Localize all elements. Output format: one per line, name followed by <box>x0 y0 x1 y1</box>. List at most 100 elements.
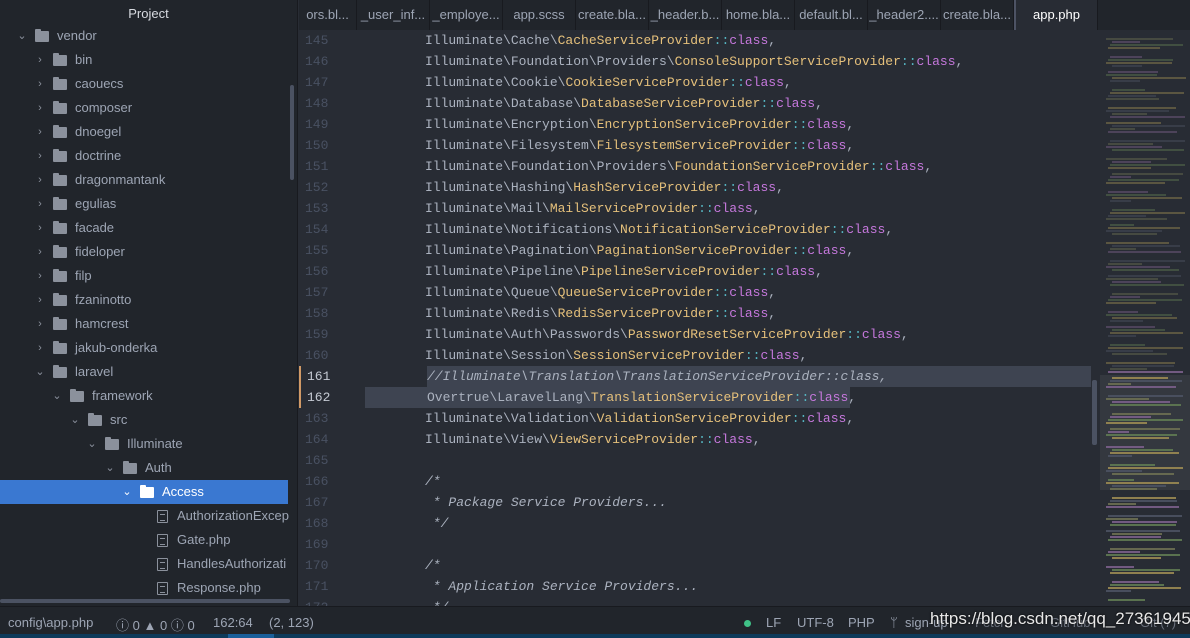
selection-count[interactable]: (2, 123) <box>269 615 314 630</box>
code-line[interactable]: 151 Illuminate\Foundation\Providers\Found… <box>299 156 1094 177</box>
code-line[interactable]: 155 Illuminate\Pagination\PaginationServi… <box>299 240 1094 261</box>
code-line[interactable]: 146 Illuminate\Foundation\Providers\Conso… <box>299 51 1094 72</box>
tree-item-illuminate[interactable]: ⌄ Illuminate <box>0 432 288 456</box>
code-line[interactable]: 158 Illuminate\Redis\RedisServiceProvider… <box>299 303 1094 324</box>
tab-home-bla-[interactable]: home.bla... <box>722 0 795 30</box>
tree-item-vendor[interactable]: ⌄ vendor <box>0 24 288 48</box>
tab--header-b-[interactable]: _header.b... <box>649 0 722 30</box>
line-number: 166 <box>305 474 329 489</box>
tab-app-php[interactable]: app.php <box>1014 0 1098 30</box>
chevron-down-icon[interactable]: ⌄ <box>52 384 62 408</box>
code-line[interactable]: 160 Illuminate\Session\SessionServiceProv… <box>299 345 1094 366</box>
code-line[interactable]: 164 Illuminate\View\ViewServiceProvider::… <box>299 429 1094 450</box>
tab--employe-[interactable]: _employe... <box>430 0 503 30</box>
code-line[interactable]: 149 Illuminate\Encryption\EncryptionServi… <box>299 114 1094 135</box>
status-file-path[interactable]: config\app.php <box>8 615 93 630</box>
code-line[interactable]: 150 Illuminate\Filesystem\FilesystemServi… <box>299 135 1094 156</box>
line-ending[interactable]: LF <box>766 615 781 630</box>
code-line[interactable]: 152 Illuminate\Hashing\HashServiceProvide… <box>299 177 1094 198</box>
tree-item-caouecs[interactable]: › caouecs <box>0 72 288 96</box>
tree-item-label: Response.php <box>177 580 261 595</box>
code-line[interactable]: 159 Illuminate\Auth\Passwords\PasswordRes… <box>299 324 1094 345</box>
tab-app-scss[interactable]: app.scss <box>503 0 576 30</box>
chevron-right-icon[interactable]: › <box>35 120 45 144</box>
tree-item-dragonmantank[interactable]: › dragonmantank <box>0 168 288 192</box>
chevron-right-icon[interactable]: › <box>35 48 45 72</box>
tree-item-doctrine[interactable]: › doctrine <box>0 144 288 168</box>
tree-item-laravel[interactable]: ⌄ laravel <box>0 360 288 384</box>
tab--header2-[interactable]: _header2.... <box>868 0 941 30</box>
chevron-down-icon[interactable]: ⌄ <box>122 480 132 504</box>
line-number: 153 <box>305 201 329 216</box>
chevron-down-icon[interactable]: ⌄ <box>17 24 27 48</box>
chevron-right-icon[interactable]: › <box>35 216 45 240</box>
encoding[interactable]: UTF-8 <box>797 615 834 630</box>
tab-ors-bl-[interactable]: ors.bl... <box>299 0 357 30</box>
minimap-line <box>1112 209 1156 211</box>
tree-item-jakub-onderka[interactable]: › jakub-onderka <box>0 336 288 360</box>
code-line[interactable]: 163 Illuminate\Validation\ValidationServi… <box>299 408 1094 429</box>
tree-item-facade[interactable]: › facade <box>0 216 288 240</box>
code-line[interactable]: 156 Illuminate\Pipeline\PipelineServicePr… <box>299 261 1094 282</box>
code-line[interactable]: 147 Illuminate\Cookie\CookieServiceProvid… <box>299 72 1094 93</box>
code-line[interactable]: 165 <box>299 450 1094 471</box>
cursor-position[interactable]: 162:64 <box>213 615 253 630</box>
tree-item-framework[interactable]: ⌄ framework <box>0 384 288 408</box>
chevron-right-icon[interactable]: › <box>35 288 45 312</box>
chevron-right-icon[interactable]: › <box>35 312 45 336</box>
chevron-right-icon[interactable]: › <box>35 240 45 264</box>
code-line[interactable]: 167 * Package Service Providers... <box>299 492 1094 513</box>
chevron-down-icon[interactable]: ⌄ <box>105 456 115 480</box>
code-line[interactable]: 161 //Illuminate\Translation\TranslationS… <box>299 366 1094 387</box>
tree-item-hamcrest[interactable]: › hamcrest <box>0 312 288 336</box>
tree-item-access[interactable]: ⌄ Access <box>0 480 288 504</box>
tree-item-handlesauthorizati[interactable]: HandlesAuthorizati <box>0 552 288 576</box>
code-editor[interactable]: 145 Illuminate\Cache\CacheServiceProvider… <box>299 30 1094 606</box>
code-line[interactable]: 171 * Application Service Providers... <box>299 576 1094 597</box>
chevron-right-icon[interactable]: › <box>35 144 45 168</box>
tree-item-filp[interactable]: › filp <box>0 264 288 288</box>
code-line[interactable]: 148 Illuminate\Database\DatabaseServicePr… <box>299 93 1094 114</box>
code-line[interactable]: 154 Illuminate\Notifications\Notification… <box>299 219 1094 240</box>
code-line[interactable]: 157 Illuminate\Queue\QueueServiceProvider… <box>299 282 1094 303</box>
tree-item-composer[interactable]: › composer <box>0 96 288 120</box>
chevron-right-icon[interactable]: › <box>35 192 45 216</box>
tree-item-auth[interactable]: ⌄ Auth <box>0 456 288 480</box>
code-line[interactable]: 166 /* <box>299 471 1094 492</box>
line-number: 170 <box>305 558 329 573</box>
chevron-right-icon[interactable]: › <box>35 72 45 96</box>
code-line[interactable]: 170 /* <box>299 555 1094 576</box>
code-line[interactable]: 145 Illuminate\Cache\CacheServiceProvider… <box>299 30 1094 51</box>
tree-item-fzaninotto[interactable]: › fzaninotto <box>0 288 288 312</box>
tree-item-bin[interactable]: › bin <box>0 48 288 72</box>
tree-item-authorizationexcep[interactable]: AuthorizationExcep <box>0 504 289 528</box>
chevron-down-icon[interactable]: ⌄ <box>35 360 45 384</box>
editor-scrollbar[interactable] <box>1092 380 1097 445</box>
tree-item-response-php[interactable]: Response.php <box>0 576 288 600</box>
tab-default-bl-[interactable]: default.bl... <box>795 0 868 30</box>
tree-item-egulias[interactable]: › egulias <box>0 192 288 216</box>
chevron-right-icon[interactable]: › <box>35 96 45 120</box>
minimap[interactable] <box>1100 30 1190 606</box>
chevron-down-icon[interactable]: ⌄ <box>87 432 97 456</box>
tree-item-gate-php[interactable]: Gate.php <box>0 528 288 552</box>
chevron-down-icon[interactable]: ⌄ <box>70 408 80 432</box>
chevron-right-icon[interactable]: › <box>35 168 45 192</box>
tab-create-bla-[interactable]: create.bla... <box>576 0 649 30</box>
chevron-right-icon[interactable]: › <box>35 264 45 288</box>
code-line[interactable]: 153 Illuminate\Mail\MailServiceProvider::… <box>299 198 1094 219</box>
code-line[interactable]: 168 */ <box>299 513 1094 534</box>
grammar[interactable]: PHP <box>848 615 875 630</box>
tab--user-inf-[interactable]: _user_inf... <box>357 0 430 30</box>
code-line[interactable]: 169 <box>299 534 1094 555</box>
tree-item-dnoegel[interactable]: › dnoegel <box>0 120 288 144</box>
tree-vertical-scrollbar[interactable] <box>290 85 294 180</box>
tree-horizontal-scrollbar[interactable] <box>0 599 290 603</box>
diagnostics-counter[interactable]: ⓘ 0 ▲ 0 ⓘ 0 <box>116 615 195 634</box>
tree-item-src[interactable]: ⌄ src <box>0 408 288 432</box>
tree-item-fideloper[interactable]: › fideloper <box>0 240 288 264</box>
tab-create-bla-[interactable]: create.bla... <box>941 0 1014 30</box>
code-line[interactable]: 162 Overtrue\LaravelLang\TranslationServi… <box>299 387 1094 408</box>
code-line[interactable]: 172 */ <box>299 597 1094 606</box>
chevron-right-icon[interactable]: › <box>35 336 45 360</box>
